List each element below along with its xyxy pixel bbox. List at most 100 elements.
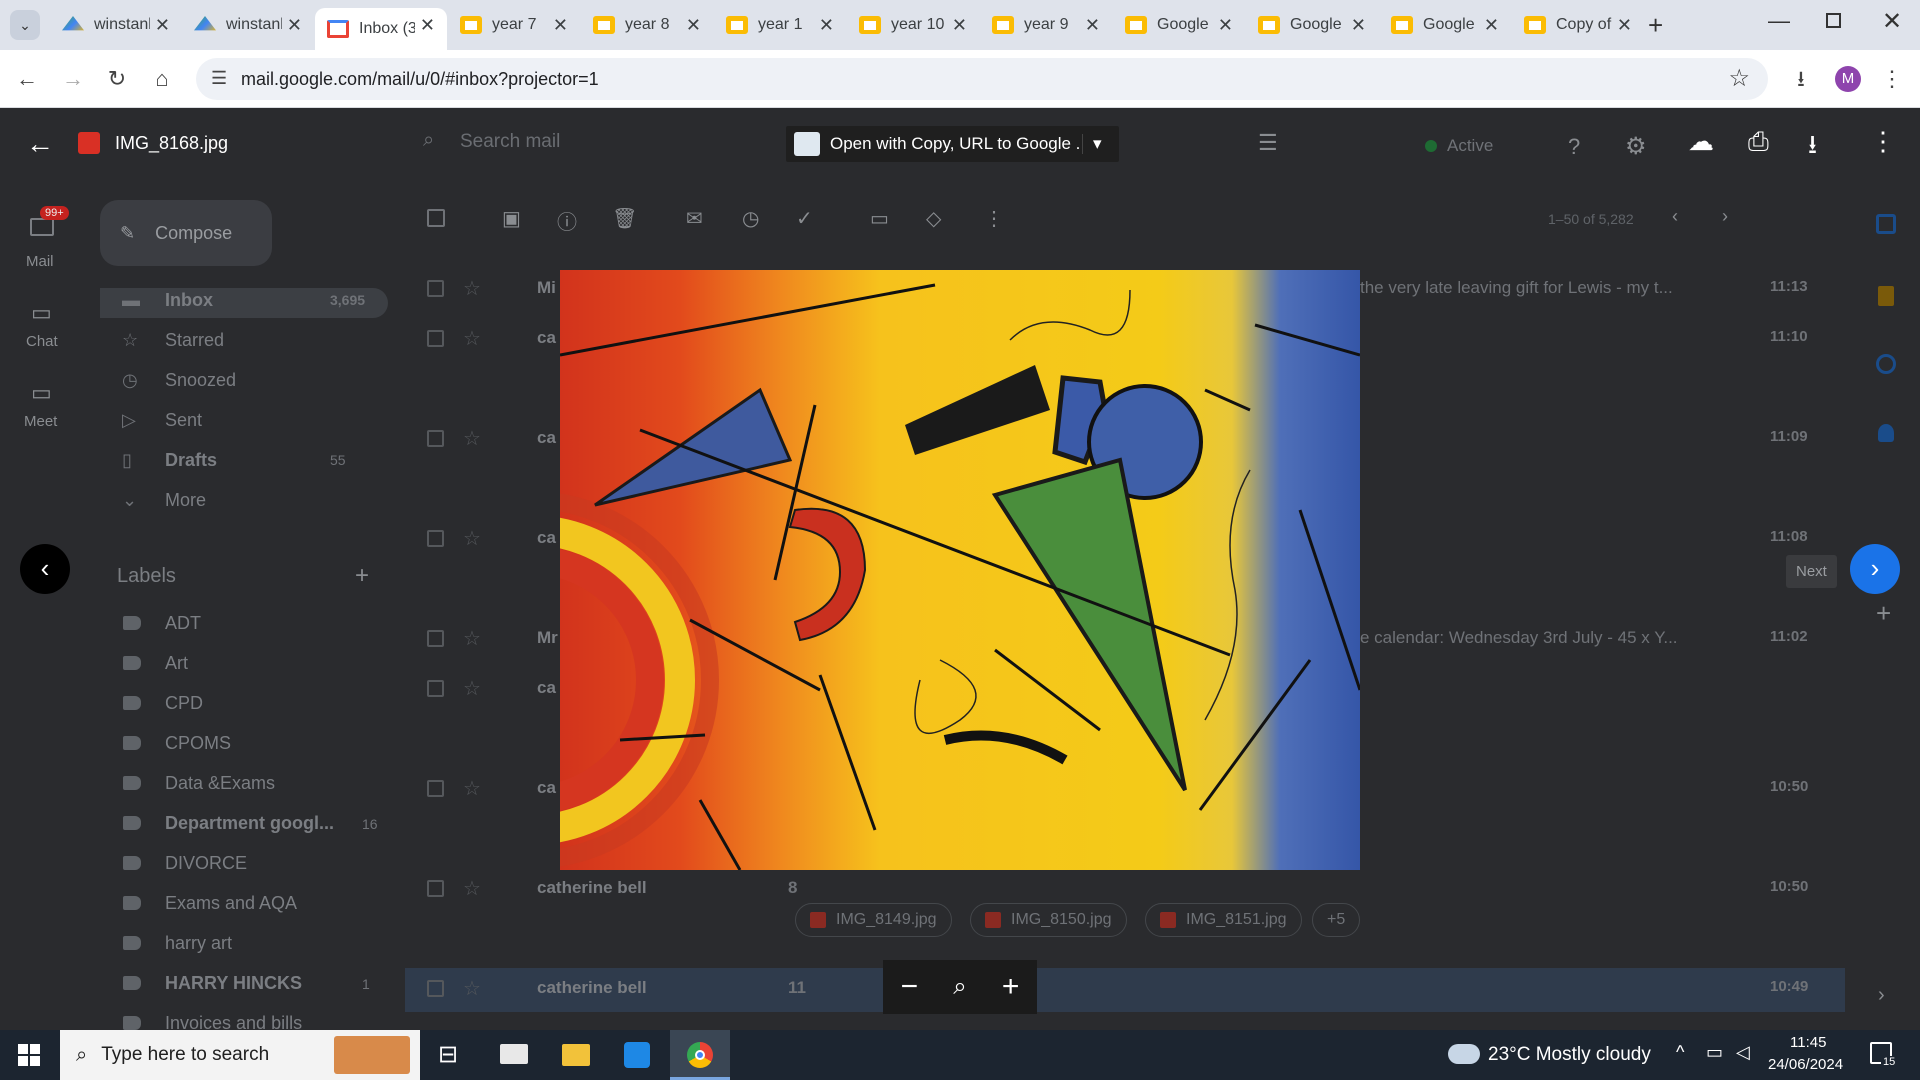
- mail-app-icon[interactable]: [500, 1044, 528, 1064]
- star-icon[interactable]: ☆: [463, 276, 481, 301]
- email-checkbox[interactable]: [427, 530, 444, 547]
- tab-close-icon[interactable]: ✕: [1085, 15, 1100, 36]
- star-icon[interactable]: ☆: [463, 426, 481, 451]
- email-checkbox[interactable]: [427, 680, 444, 697]
- chat-icon[interactable]: ▭: [31, 300, 52, 326]
- add-to-drive-icon[interactable]: ☁: [1688, 126, 1714, 157]
- maps-app-icon[interactable]: [624, 1042, 650, 1068]
- volume-icon[interactable]: ◁: [1736, 1042, 1750, 1063]
- new-tab-button[interactable]: +: [1648, 10, 1663, 41]
- contacts-icon[interactable]: [1878, 424, 1894, 442]
- star-icon[interactable]: ☆: [463, 626, 481, 651]
- taskbar-search-box[interactable]: ⌕ Type here to search: [60, 1030, 420, 1080]
- email-checkbox[interactable]: [427, 280, 444, 297]
- label-item[interactable]: Department googl...: [165, 813, 334, 834]
- rail-chat-label[interactable]: Chat: [26, 333, 58, 350]
- keep-icon[interactable]: [1878, 286, 1894, 306]
- tasks-icon[interactable]: [1876, 354, 1896, 374]
- delete-icon[interactable]: 🗑: [612, 206, 637, 231]
- side-panel-toggle-icon[interactable]: ›: [1878, 984, 1885, 1007]
- chrome-taskbar-button[interactable]: [670, 1030, 730, 1080]
- open-with-dropdown-icon[interactable]: ▾: [1082, 134, 1102, 154]
- browser-tab[interactable]: year 7 ✕: [448, 8, 580, 42]
- tab-close-icon[interactable]: ✕: [819, 15, 834, 36]
- open-with-button[interactable]: Open with Copy, URL to Google ... ▾: [786, 126, 1119, 162]
- label-item[interactable]: harry art: [165, 933, 232, 954]
- close-viewer-arrow-icon[interactable]: ←: [26, 128, 54, 160]
- label-item[interactable]: Exams and AQA: [165, 893, 297, 914]
- label-item[interactable]: DIVORCE: [165, 853, 247, 874]
- tab-close-icon[interactable]: ✕: [1617, 15, 1632, 36]
- folder-drafts[interactable]: Drafts: [165, 450, 217, 471]
- star-icon[interactable]: ☆: [463, 326, 481, 351]
- star-icon[interactable]: ☆: [463, 676, 481, 701]
- folder-snoozed[interactable]: Snoozed: [165, 370, 236, 391]
- site-info-icon[interactable]: ☰: [211, 68, 227, 89]
- star-icon[interactable]: ☆: [463, 776, 481, 801]
- move-to-icon[interactable]: ▭: [870, 206, 889, 231]
- task-view-icon[interactable]: ⊟: [438, 1040, 458, 1069]
- tab-close-icon[interactable]: ✕: [686, 15, 701, 36]
- rail-mail-label[interactable]: Mail: [26, 253, 54, 270]
- browser-tab[interactable]: winstanley ✕: [50, 8, 182, 42]
- clock-time[interactable]: 11:45: [1790, 1034, 1826, 1051]
- browser-tab[interactable]: Google ✕: [1379, 8, 1511, 42]
- email-checkbox[interactable]: [427, 980, 444, 997]
- folder-inbox[interactable]: Inbox: [165, 290, 213, 311]
- archive-icon[interactable]: ▣: [502, 206, 521, 231]
- reload-button[interactable]: ↻: [100, 62, 134, 96]
- add-label-icon[interactable]: +: [355, 562, 369, 590]
- browser-tab[interactable]: Copy of ✕: [1512, 8, 1644, 42]
- tray-chevron-icon[interactable]: ^: [1676, 1042, 1684, 1063]
- browser-tab[interactable]: Inbox (3,695) ✕: [315, 8, 447, 50]
- email-checkbox[interactable]: [427, 630, 444, 647]
- browser-menu-icon[interactable]: ⋮: [1875, 62, 1909, 96]
- browser-tab[interactable]: year 10 ✕: [847, 8, 979, 42]
- folder-sent[interactable]: Sent: [165, 410, 202, 431]
- rail-meet-label[interactable]: Meet: [24, 413, 57, 430]
- tab-close-icon[interactable]: ✕: [1484, 15, 1499, 36]
- folder-more[interactable]: More: [165, 490, 206, 511]
- report-spam-icon[interactable]: ⓘ: [557, 206, 577, 235]
- attachment-chip[interactable]: IMG_8149.jpg: [795, 903, 952, 937]
- tab-close-icon[interactable]: ✕: [1351, 15, 1366, 36]
- zoom-out-button[interactable]: −: [901, 970, 919, 1004]
- download-file-icon[interactable]: ⭳: [1808, 126, 1817, 170]
- forward-button[interactable]: →: [56, 62, 90, 96]
- mail-rail-icon[interactable]: [30, 218, 54, 236]
- add-addon-icon[interactable]: +: [1876, 598, 1891, 629]
- prev-page-icon[interactable]: ‹: [1672, 206, 1678, 227]
- next-image-button[interactable]: ›: [1850, 544, 1900, 594]
- tab-close-icon[interactable]: ✕: [952, 15, 967, 36]
- tab-close-icon[interactable]: ✕: [553, 15, 568, 36]
- label-icon[interactable]: ◇: [926, 206, 941, 231]
- browser-tab[interactable]: Google ✕: [1113, 8, 1245, 42]
- snooze-icon[interactable]: ◷: [742, 206, 759, 231]
- meet-icon[interactable]: ▭: [31, 380, 52, 406]
- select-all-checkbox[interactable]: [427, 209, 445, 227]
- email-checkbox[interactable]: [427, 780, 444, 797]
- windows-start-icon[interactable]: [18, 1044, 40, 1066]
- email-row[interactable]: ☆ catherine bell 8 10:50: [405, 868, 1845, 912]
- print-icon[interactable]: ⎙: [1748, 126, 1769, 158]
- browser-tab[interactable]: winstanley ✕: [182, 8, 314, 42]
- attachment-chip[interactable]: IMG_8151.jpg: [1145, 903, 1302, 937]
- attachment-chip[interactable]: IMG_8150.jpg: [970, 903, 1127, 937]
- more-actions-icon[interactable]: ⋮: [984, 206, 1004, 231]
- label-item[interactable]: Art: [165, 653, 188, 674]
- tab-close-icon[interactable]: ✕: [155, 15, 170, 36]
- download-icon[interactable]: ⭳: [1784, 62, 1818, 96]
- previous-image-button[interactable]: ‹: [20, 544, 70, 594]
- browser-tab[interactable]: year 9 ✕: [980, 8, 1112, 42]
- zoom-in-button[interactable]: +: [1002, 970, 1020, 1004]
- email-checkbox[interactable]: [427, 330, 444, 347]
- email-checkbox[interactable]: [427, 880, 444, 897]
- email-checkbox[interactable]: [427, 430, 444, 447]
- folder-starred[interactable]: Starred: [165, 330, 224, 351]
- browser-tab[interactable]: year 1 ✕: [714, 8, 846, 42]
- weather-text[interactable]: 23°C Mostly cloudy: [1488, 1044, 1651, 1066]
- profile-avatar[interactable]: M: [1835, 66, 1861, 92]
- email-row[interactable]: ☆ catherine bell 11 10:49: [405, 968, 1845, 1012]
- star-icon[interactable]: ☆: [463, 876, 481, 901]
- label-item[interactable]: CPD: [165, 693, 203, 714]
